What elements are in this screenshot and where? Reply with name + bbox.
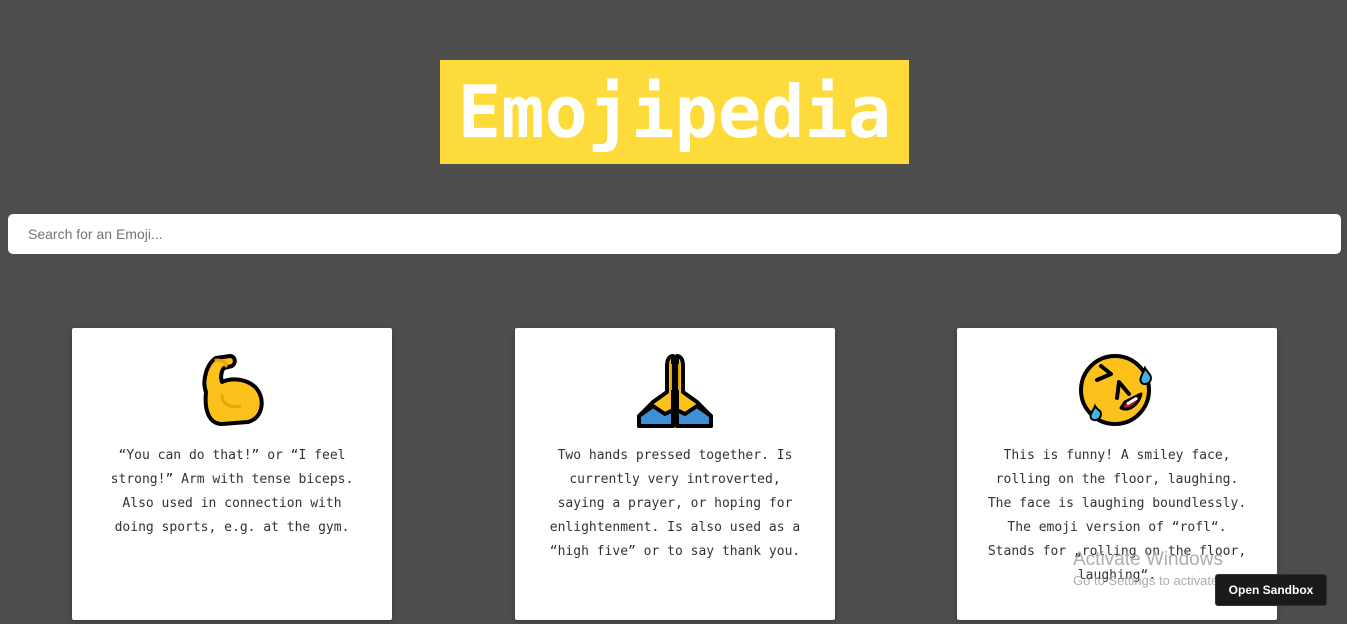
card-description: “You can do that!” or “I feel strong!” A… [110,448,354,535]
rolling-on-floor-laughing-icon [1079,354,1153,426]
emoji-card: Two hands pressed together. Is currently… [515,328,835,620]
search-input[interactable] [8,214,1341,254]
emoji-card: “You can do that!” or “I feel strong!” A… [72,328,392,620]
folded-hands-icon [637,354,713,428]
card-description: Two hands pressed together. Is currently… [549,448,801,559]
open-sandbox-button[interactable]: Open Sandbox [1215,574,1327,606]
page-title: Emojipedia [457,70,892,154]
page-title-banner: Emojipedia [440,60,909,164]
card-description: This is funny! A smiley face, rolling on… [987,448,1247,583]
flexed-biceps-icon [202,354,264,426]
